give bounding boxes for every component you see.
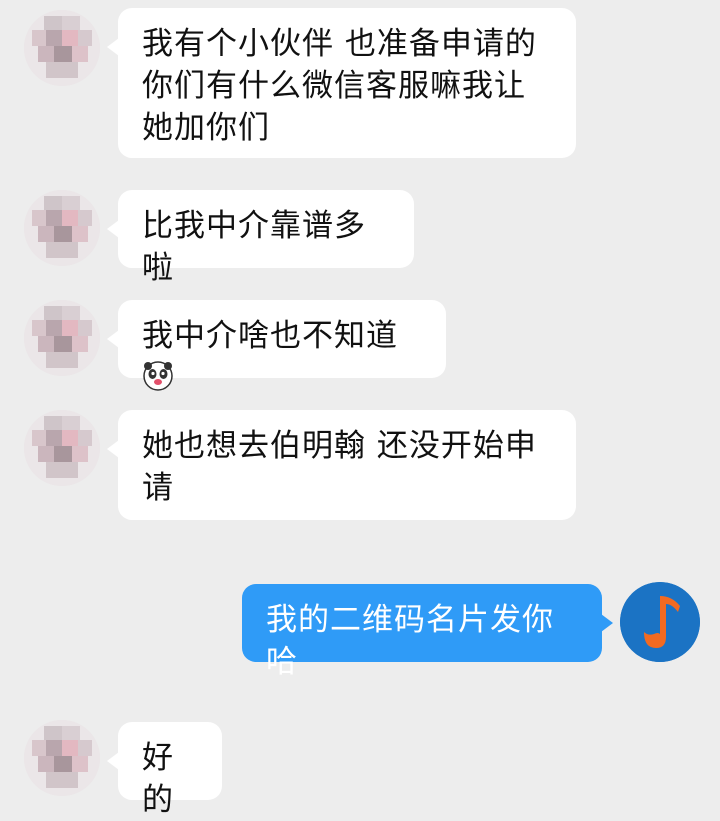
contact-avatar[interactable]: [24, 410, 100, 486]
contact-avatar[interactable]: [24, 300, 100, 376]
message-text: 我的二维码名片发你哈: [266, 602, 554, 680]
message-bubble-incoming[interactable]: 她也想去伯明翰 还没开始申请: [107, 410, 576, 520]
message-bubble-incoming[interactable]: 我有个小伙伴 也准备申请的你们有什么微信客服嘛我让她加你们: [107, 8, 576, 158]
music-note-logo-icon: [620, 582, 700, 662]
message-text: 我中介啥也不知道: [142, 318, 398, 354]
pixelated-avatar-icon: [24, 300, 100, 376]
contact-avatar[interactable]: [24, 190, 100, 266]
pixelated-avatar-icon: [24, 720, 100, 796]
contact-avatar[interactable]: [24, 720, 100, 796]
message-text: 好的: [142, 740, 174, 818]
message-text: 她也想去伯明翰 还没开始申请: [142, 428, 537, 506]
message-bubble-incoming[interactable]: 好的: [107, 722, 222, 818]
contact-avatar[interactable]: [24, 10, 100, 86]
message-text: 比我中介靠谱多啦: [142, 208, 366, 286]
message-bubble-incoming[interactable]: 比我中介靠谱多啦: [107, 190, 414, 286]
pixelated-avatar-icon: [24, 190, 100, 266]
pixelated-avatar-icon: [24, 10, 100, 86]
self-avatar[interactable]: [620, 582, 700, 662]
pixelated-avatar-icon: [24, 410, 100, 486]
message-bubble-outgoing[interactable]: 我的二维码名片发你哈: [242, 584, 613, 680]
message-text: 我有个小伙伴 也准备申请的你们有什么微信客服嘛我让她加你们: [142, 26, 537, 146]
message-bubble-incoming[interactable]: 我中介啥也不知道: [107, 300, 446, 391]
panda-face-icon: [143, 361, 173, 391]
